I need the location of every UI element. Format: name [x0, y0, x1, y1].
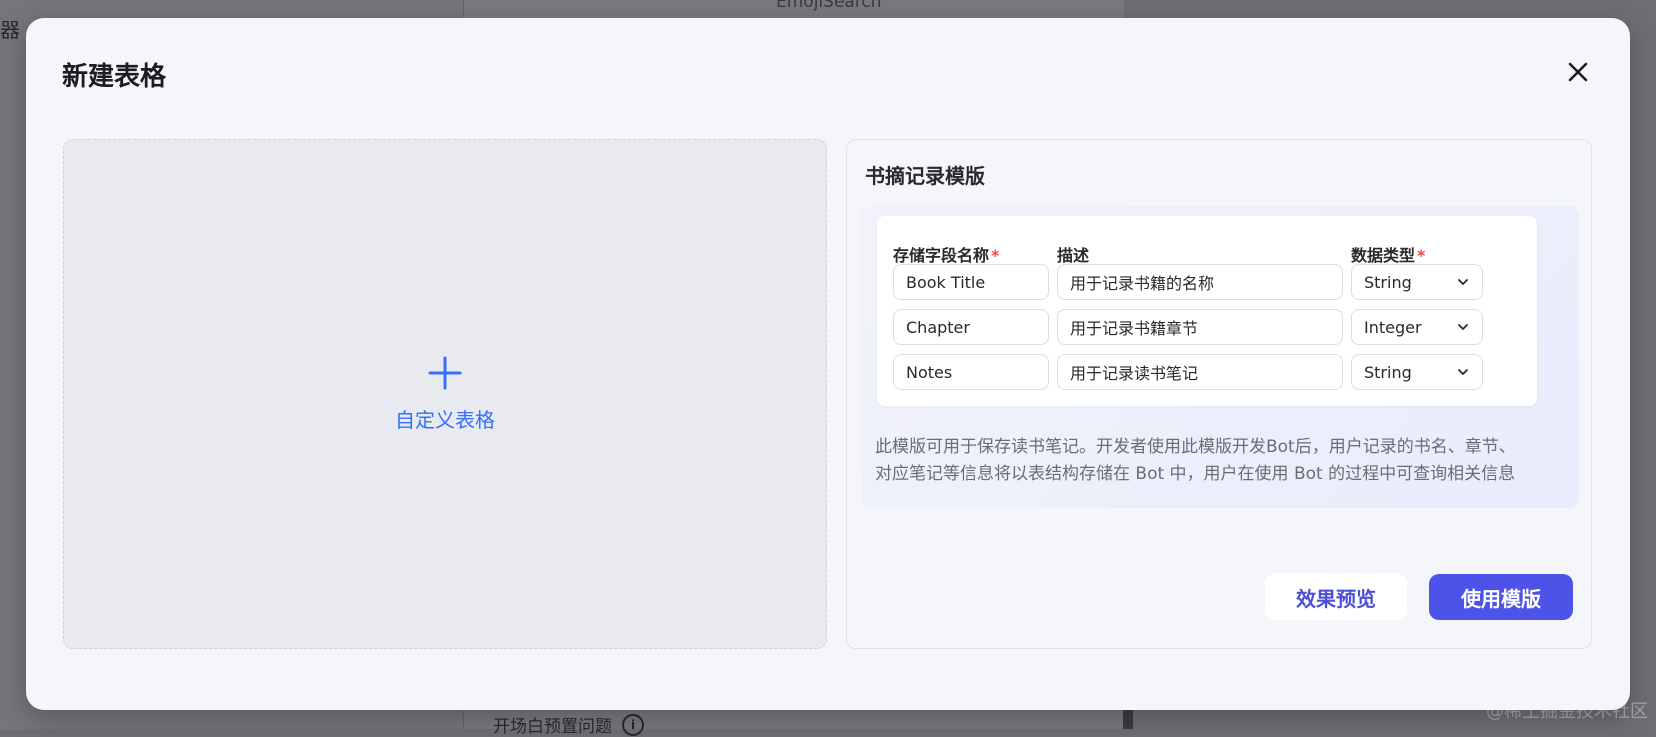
background-bottom-row: 开场白预置问题 i: [493, 712, 644, 737]
data-type-value: String: [1364, 272, 1412, 292]
required-mark: *: [991, 246, 1000, 265]
field-name-input[interactable]: Notes: [893, 354, 1049, 390]
field-description-input[interactable]: 用于记录书籍的名称: [1057, 264, 1343, 300]
close-button[interactable]: [1564, 58, 1592, 86]
template-preview-area: 存储字段名称 * 描述 数据类型 * Book Title 用于记录书籍的名称 St…: [861, 206, 1579, 508]
chevron-down-icon: [1458, 369, 1468, 375]
field-name-input[interactable]: Chapter: [893, 309, 1049, 345]
header-field-name: 存储字段名称 *: [893, 242, 999, 266]
field-description-input[interactable]: 用于记录读书笔记: [1057, 354, 1343, 390]
custom-table-card[interactable]: 自定义表格: [63, 139, 827, 649]
data-type-value: String: [1364, 362, 1412, 382]
required-mark: *: [1417, 246, 1426, 265]
template-description: 此模版可用于保存读书笔记。开发者使用此模版开发Bot后，用户记录的书名、章节、 …: [875, 434, 1565, 488]
header-description: 描述: [1057, 246, 1090, 265]
template-description-line: 对应笔记等信息将以表结构存储在 Bot 中，用户在使用 Bot 的过程中可查询相…: [875, 464, 1516, 484]
field-description-input[interactable]: 用于记录书籍章节: [1057, 309, 1343, 345]
template-title: 书摘记录模版: [865, 164, 985, 188]
data-type-select[interactable]: String: [1351, 264, 1483, 300]
new-table-dialog: 新建表格 自定义表格 书摘记录模版 存储字段名称 * 描述 数据类型 * Book: [26, 18, 1630, 710]
data-type-value: Integer: [1364, 317, 1422, 337]
data-type-select[interactable]: Integer: [1351, 309, 1483, 345]
header-data-type: 数据类型 *: [1351, 242, 1425, 266]
template-field-table: 存储字段名称 * 描述 数据类型 * Book Title 用于记录书籍的名称 St…: [877, 216, 1537, 406]
dialog-title: 新建表格: [62, 62, 167, 92]
chevron-down-icon: [1458, 279, 1468, 285]
info-icon: i: [622, 713, 644, 736]
data-type-select[interactable]: String: [1351, 354, 1483, 390]
template-description-line: 此模版可用于保存读书笔记。开发者使用此模版开发Bot后，用户记录的书名、章节、: [875, 437, 1516, 457]
template-card: 书摘记录模版 存储字段名称 * 描述 数据类型 * Book Title 用于记录书…: [846, 139, 1592, 649]
header-data-type-label: 数据类型: [1351, 246, 1416, 265]
custom-table-label: 自定义表格: [395, 407, 495, 432]
preview-button[interactable]: 效果预览: [1265, 574, 1407, 620]
field-name-input[interactable]: Book Title: [893, 264, 1049, 300]
use-template-button[interactable]: 使用模版: [1429, 574, 1573, 620]
background-bottom-text: 开场白预置问题: [493, 717, 612, 737]
close-icon: [1568, 62, 1588, 82]
header-field-name-label: 存储字段名称: [893, 246, 990, 265]
background-top-text: EmojiSearch: [776, 0, 882, 12]
plus-icon: [428, 356, 462, 389]
background-sidebar-text: 器: [0, 18, 20, 42]
chevron-down-icon: [1458, 324, 1468, 330]
